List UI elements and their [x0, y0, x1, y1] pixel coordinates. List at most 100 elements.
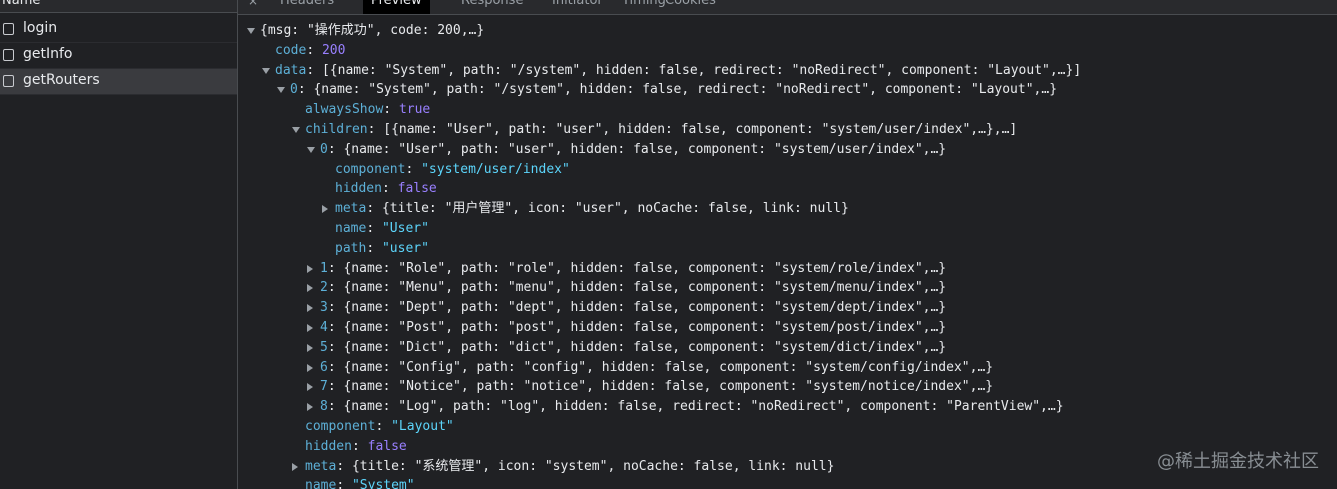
json-key: name [305, 478, 337, 489]
json-value: {name: "Config", path: "config", hidden:… [343, 359, 994, 375]
json-value: false [397, 181, 437, 197]
json-tree-row[interactable]: 5: {name: "Dict", path: "dict", hidden: … [307, 338, 947, 358]
document-icon [3, 49, 14, 61]
json-value: {name: "System", path: "/system", hidden… [313, 82, 1058, 98]
json-key: 8 [320, 399, 328, 415]
json-tree-row: code: 200 [275, 42, 346, 58]
request-list-panel: Name login getInfo getRouters [0, 0, 238, 489]
json-value: "Layout" [391, 419, 454, 434]
json-tree-row[interactable]: 3: {name: "Dept", path: "dept", hidden: … [307, 298, 947, 318]
request-name: login [23, 20, 58, 36]
json-tree-row: name: "System" [305, 476, 415, 489]
json-value: [{name: "User", path: "user", hidden: fa… [383, 122, 1018, 137]
watermark: @稀土掘金技术社区 [1157, 451, 1319, 472]
json-value: {name: "User", path: "user", hidden: fal… [343, 141, 947, 157]
json-value: [{name: "System", path: "/system", hidde… [321, 62, 1082, 78]
tab-response[interactable]: Response [461, 0, 523, 14]
request-row-getinfo[interactable]: getInfo [0, 43, 237, 69]
json-value: "user" [381, 240, 429, 256]
json-tree-row[interactable]: 7: {name: "Notice", path: "notice", hidd… [307, 377, 994, 397]
json-value: {title: "系统管理", icon: "system", noCache:… [351, 458, 835, 474]
json-key: 2 [320, 280, 328, 296]
json-key: hidden [305, 438, 352, 454]
collapse-triangle-icon[interactable] [307, 284, 313, 293]
request-name: getInfo [23, 46, 73, 62]
json-key: 6 [320, 359, 328, 375]
json-tree-row: component: "system/user/index" [335, 161, 570, 177]
json-tree-row[interactable]: meta: {title: "系统管理", icon: "system", no… [292, 457, 835, 477]
json-tree-row: component: "Layout" [305, 419, 454, 434]
json-tree-row: path: "user" [335, 240, 429, 256]
json-value: {title: "用户管理", icon: "user", noCache: f… [381, 201, 849, 217]
json-tree-row: hidden: false [335, 181, 437, 197]
collapse-triangle-icon[interactable] [322, 205, 328, 214]
json-key: data [275, 62, 307, 78]
collapse-triangle-icon[interactable] [307, 324, 313, 332]
json-tree-row[interactable]: 4: {name: "Post", path: "post", hidden: … [307, 318, 947, 338]
json-key: alwaysShow [305, 102, 384, 118]
json-key: 4 [320, 320, 328, 335]
expand-triangle-icon[interactable] [262, 67, 270, 74]
json-key: 1 [320, 260, 328, 276]
json-value: {name: "Menu", path: "menu", hidden: fal… [343, 280, 947, 296]
collapse-triangle-icon[interactable] [307, 383, 313, 392]
expand-triangle-icon[interactable] [247, 28, 255, 34]
json-key: component [305, 419, 376, 434]
tab-cookies[interactable]: Cookies [665, 0, 716, 14]
tab-timing[interactable]: Timing [622, 0, 666, 14]
json-value: "System" [351, 478, 415, 489]
name-column-label: Name [2, 0, 41, 8]
json-value: {name: "Role", path: "role", hidden: fal… [343, 260, 947, 276]
document-icon [3, 23, 14, 35]
expand-triangle-icon[interactable] [277, 87, 285, 94]
json-value: {name: "Post", path: "post", hidden: fal… [343, 320, 947, 335]
json-key: path [335, 240, 367, 256]
json-tree-row[interactable]: 6: {name: "Config", path: "config", hidd… [307, 358, 994, 378]
json-tree-row[interactable]: meta: {title: "用户管理", icon: "user", noCa… [322, 199, 849, 219]
json-key: component [335, 161, 406, 177]
json-value: true [398, 102, 431, 118]
tab-initiator[interactable]: Initiator [552, 0, 603, 14]
collapse-triangle-icon[interactable] [307, 304, 313, 313]
json-preview: {msg: "操作成功", code: 200,…} code: 200 data:… [238, 15, 1337, 489]
json-tree-row: name: "User" [335, 221, 429, 236]
tab-headers[interactable]: Headers [280, 0, 334, 14]
json-tree-row: alwaysShow: true [305, 102, 431, 118]
json-key: code [275, 42, 307, 58]
json-key: name [335, 221, 367, 236]
json-value: "User" [381, 221, 429, 236]
close-icon[interactable]: × [248, 0, 258, 8]
json-tree-row[interactable]: data: [{name: "System", path: "/system",… [262, 61, 1082, 81]
json-value: {name: "Dept", path: "dept", hidden: fal… [343, 300, 947, 316]
json-key: 0 [320, 141, 328, 157]
json-tree-row: hidden: false [305, 438, 407, 454]
json-key: 0 [290, 82, 298, 98]
json-key: 7 [320, 379, 328, 395]
collapse-triangle-icon[interactable] [307, 363, 313, 372]
json-key: 5 [320, 339, 328, 355]
expand-triangle-icon[interactable] [292, 127, 300, 133]
json-value: {name: "Notice", path: "notice", hidden:… [343, 379, 994, 395]
json-tree-row[interactable]: 1: {name: "Role", path: "role", hidden: … [307, 259, 947, 279]
tab-preview[interactable]: Preview [363, 0, 430, 14]
json-key: children [305, 122, 368, 137]
json-tree-row[interactable]: children: [{name: "User", path: "user", … [292, 120, 1018, 140]
json-tree-row[interactable]: 0: {name: "System", path: "/system", hid… [277, 80, 1058, 100]
request-name: getRouters [23, 72, 100, 88]
json-tree-row[interactable]: {msg: "操作成功", code: 200,…} [247, 21, 484, 41]
collapse-triangle-icon[interactable] [292, 462, 298, 471]
request-row-login[interactable]: login [0, 17, 237, 43]
collapse-triangle-icon[interactable] [307, 264, 313, 273]
json-value: {name: "Log", path: "log", hidden: false… [343, 399, 1064, 415]
collapse-triangle-icon[interactable] [307, 343, 313, 352]
json-key: hidden [335, 181, 382, 197]
json-value: {name: "Dict", path: "dict", hidden: fal… [343, 339, 947, 355]
expand-triangle-icon[interactable] [307, 146, 315, 153]
request-row-getrouters[interactable]: getRouters [0, 69, 237, 95]
json-tree-row[interactable]: 2: {name: "Menu", path: "menu", hidden: … [307, 278, 947, 298]
detail-tabs-bar: × Headers Preview Response Initiator Tim… [238, 0, 1337, 15]
name-column-header[interactable]: Name [0, 0, 237, 13]
json-tree-row[interactable]: 0: {name: "User", path: "user", hidden: … [307, 140, 947, 160]
collapse-triangle-icon[interactable] [307, 403, 313, 412]
json-tree-row[interactable]: 8: {name: "Log", path: "log", hidden: fa… [307, 397, 1064, 417]
